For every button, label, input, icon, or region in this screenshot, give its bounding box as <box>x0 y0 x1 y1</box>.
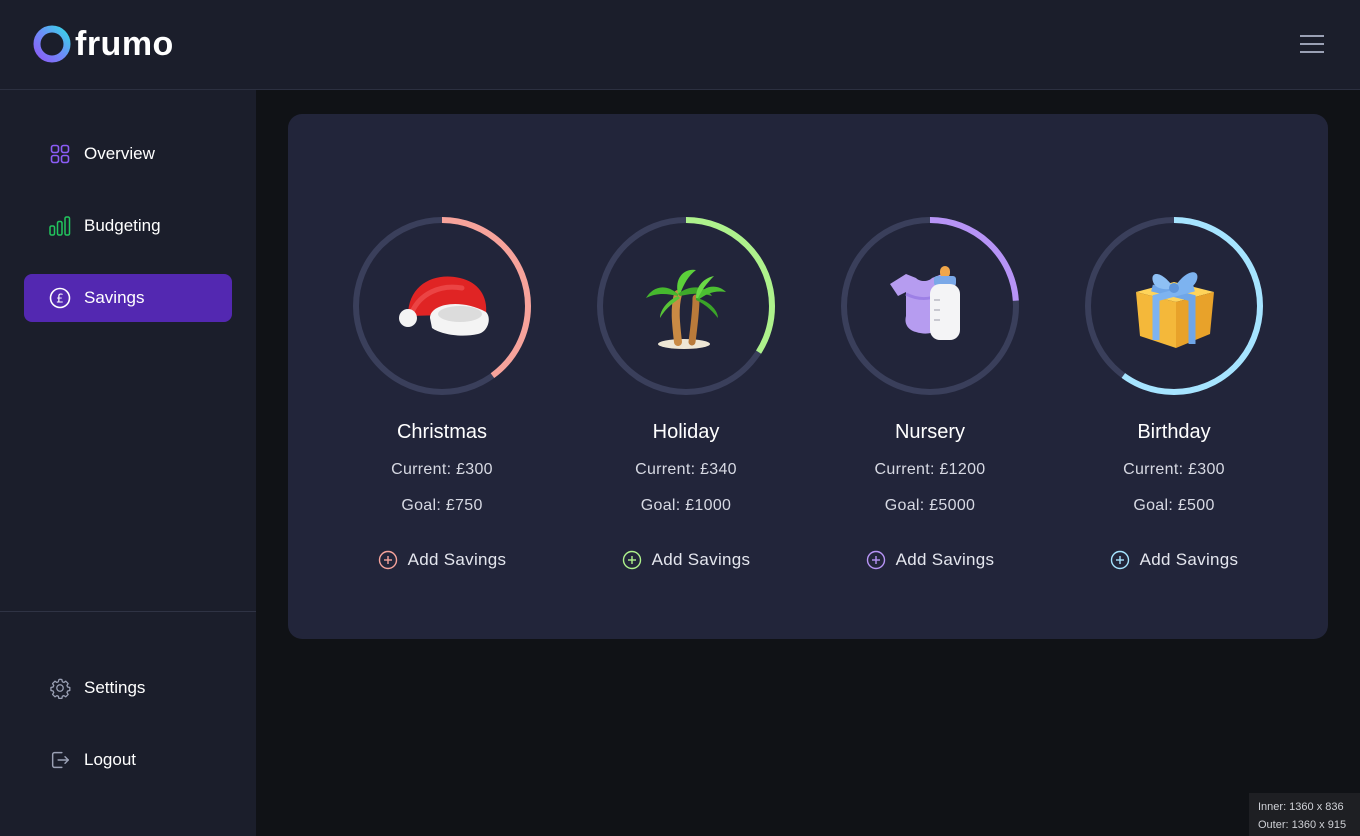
pound-coin-icon: £ <box>48 286 72 310</box>
goal-current-amount: Current: £1200 <box>874 461 986 478</box>
add-savings-button[interactable]: Add Savings <box>1110 550 1239 570</box>
sidebar-item-label: Settings <box>84 678 146 697</box>
sidebar-item-label: Logout <box>84 750 136 769</box>
goal-card-holiday: Holiday Current: £340 Goal: £1000 Add Sa… <box>564 214 808 570</box>
goal-card-birthday: Birthday Current: £300 Goal: £500 Add Sa… <box>1052 214 1296 570</box>
goal-name: Christmas <box>396 421 487 443</box>
add-savings-button[interactable]: Add Savings <box>622 550 751 570</box>
goal-name: Birthday <box>1137 421 1211 443</box>
sidebar-divider <box>0 611 256 612</box>
gift-icon <box>1122 254 1226 358</box>
sidebar-item-settings[interactable]: Settings <box>24 664 232 712</box>
top-bar: frumo <box>0 0 1360 90</box>
progress-ring <box>1082 214 1266 398</box>
add-savings-label: Add Savings <box>895 550 995 569</box>
logout-icon <box>48 748 72 772</box>
logo[interactable]: frumo <box>32 24 174 64</box>
inner-size-text: Inner: 1360 x 836 <box>1258 801 1344 813</box>
goal-target-amount: Goal: £1000 <box>640 497 732 514</box>
add-savings-label: Add Savings <box>407 550 507 569</box>
logo-text: frumo <box>75 25 174 63</box>
plus-circle-icon <box>1110 550 1129 570</box>
sidebar-item-savings[interactable]: £ Savings <box>24 274 232 322</box>
goal-target-amount: Goal: £750 <box>401 497 483 514</box>
goal-target-amount: Goal: £5000 <box>884 497 976 514</box>
gear-icon <box>48 676 72 700</box>
plus-circle-icon <box>622 550 641 570</box>
outer-size-text: Outer: 1360 x 915 <box>1258 819 1347 831</box>
add-savings-button[interactable]: Add Savings <box>378 550 507 570</box>
window-size-overlay: Inner: 1360 x 836 Outer: 1360 x 915 <box>1249 793 1360 836</box>
sidebar-item-budgeting[interactable]: Budgeting <box>24 202 232 250</box>
plus-circle-icon <box>378 550 397 570</box>
svg-text:£: £ <box>56 292 64 306</box>
goal-card-christmas: Christmas Current: £300 Goal: £750 Add S… <box>320 214 564 570</box>
goal-current-amount: Current: £300 <box>1123 461 1225 478</box>
savings-goals-card: Christmas Current: £300 Goal: £750 Add S… <box>288 114 1328 639</box>
grid-icon <box>48 142 72 166</box>
sidebar-item-label: Budgeting <box>84 216 161 235</box>
plus-circle-icon <box>866 550 885 570</box>
goal-name: Holiday <box>652 421 720 443</box>
sidebar-item-label: Overview <box>84 144 155 163</box>
progress-ring <box>350 214 534 398</box>
hamburger-menu-icon[interactable] <box>1296 32 1328 56</box>
sidebar-item-overview[interactable]: Overview <box>24 130 232 178</box>
goal-name: Nursery <box>894 421 965 443</box>
progress-ring <box>838 214 1022 398</box>
sidebar-item-logout[interactable]: Logout <box>24 736 232 784</box>
goal-target-amount: Goal: £500 <box>1133 497 1215 514</box>
santa-hat-icon <box>390 254 494 358</box>
add-savings-label: Add Savings <box>651 550 751 569</box>
bar-chart-icon <box>48 214 72 238</box>
logo-ring-icon <box>32 24 72 64</box>
baby-bottle-icon <box>878 254 982 358</box>
sidebar-item-label: Savings <box>84 288 145 307</box>
add-savings-label: Add Savings <box>1139 550 1239 569</box>
goal-card-nursery: Nursery Current: £1200 Goal: £5000 Add S… <box>808 214 1052 570</box>
goal-current-amount: Current: £300 <box>391 461 493 478</box>
progress-ring <box>594 214 778 398</box>
add-savings-button[interactable]: Add Savings <box>866 550 995 570</box>
goal-current-amount: Current: £340 <box>635 461 737 478</box>
palm-tree-icon <box>634 254 738 358</box>
sidebar: Overview Budgeting £ Savings Settings Lo… <box>0 90 256 836</box>
